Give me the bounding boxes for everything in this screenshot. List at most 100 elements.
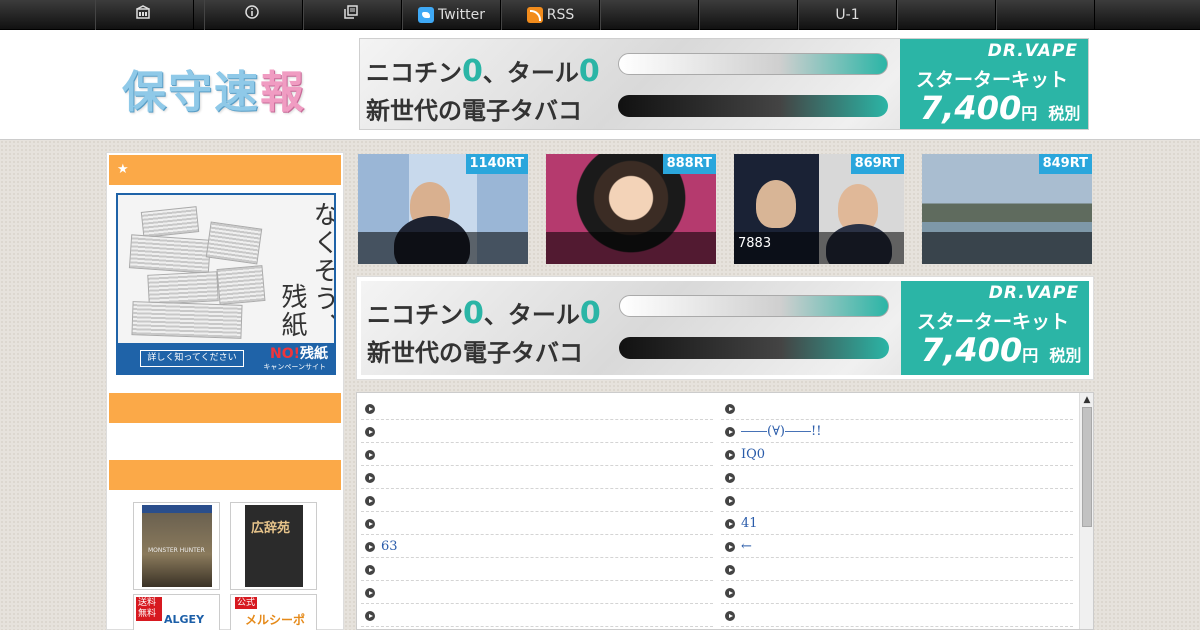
retweet-badge: 869RT [850, 154, 904, 174]
product-mercipot[interactable]: 公式 メルシーポット [230, 594, 317, 630]
article-list: 63 ――(∀)――!! IQ0 41 ← ▲ [356, 392, 1094, 630]
product-title: 広辞苑 [251, 521, 291, 536]
zanshi-slogan-2: 残紙 [277, 283, 307, 339]
play-bullet-icon [725, 565, 735, 575]
list-item-title[interactable]: ← [741, 535, 752, 558]
list-item[interactable] [361, 420, 713, 443]
list-item-title[interactable]: IQ0 [741, 443, 765, 466]
list-item[interactable] [361, 397, 713, 420]
sidebar-heading-1: ★ [109, 155, 341, 185]
product-title: MONSTER HUNTER [148, 547, 205, 554]
list-item[interactable] [361, 558, 713, 581]
nav-item-9[interactable] [897, 0, 996, 30]
list-item[interactable] [721, 604, 1073, 627]
ad-zero-2: 0 [578, 54, 600, 89]
header-ad-banner[interactable]: ニコチン0、タール0 新世代の電子タバコ DR.VAPE スターターキット 7,… [359, 38, 1089, 130]
nav-home[interactable] [95, 0, 194, 30]
list-item-title[interactable]: 41 [741, 512, 758, 535]
thumb-article-4[interactable]: 849RT [922, 154, 1092, 264]
play-bullet-icon [365, 588, 375, 598]
ad-line1: ニコチン0、タール0 [366, 53, 600, 89]
ad-pen-black [618, 95, 888, 117]
play-bullet-icon [725, 611, 735, 621]
ad-zero-1: 0 [462, 54, 483, 89]
list-item[interactable] [361, 466, 713, 489]
retweet-badge: 1140RT [465, 154, 528, 174]
product-monster-hunter[interactable]: MONSTER HUNTER [133, 502, 220, 590]
product-title: ALGEY [164, 613, 205, 626]
thumb-article-2[interactable]: 888RT [546, 154, 716, 264]
zanshi-campaign-banner[interactable]: なくそう、 残紙 詳しく知ってください NO!残紙 キャンペーンサイト [116, 193, 336, 375]
nav-twitter-label: Twitter [438, 7, 485, 23]
zanshi-no: NO! [269, 346, 300, 362]
list-item[interactable] [361, 512, 713, 535]
ad-line2: 新世代の電子タバコ [366, 97, 582, 125]
list-item[interactable] [361, 489, 713, 512]
play-bullet-icon [365, 519, 375, 529]
sidebar-heading-2 [109, 393, 341, 423]
list-item-title[interactable]: ――(∀)――!! [741, 420, 821, 443]
nav-item-10[interactable] [996, 0, 1095, 30]
list-item-title[interactable]: 63 [381, 535, 398, 558]
list-item[interactable]: ← [721, 535, 1073, 558]
nav-item-7[interactable] [699, 0, 798, 30]
list-item[interactable] [721, 397, 1073, 420]
ad-pen-white [619, 295, 889, 317]
play-bullet-icon [725, 427, 735, 437]
zanshi-no2: 残紙 [300, 346, 328, 362]
product-kojien[interactable]: 広辞苑 [230, 502, 317, 590]
scroll-thumb[interactable] [1082, 407, 1092, 527]
nav-rss[interactable]: RSS [501, 0, 600, 30]
nav-item-6[interactable] [600, 0, 699, 30]
list-item[interactable]: IQ0 [721, 443, 1073, 466]
ad-price-unit: 円 [1021, 104, 1038, 123]
ad-price-panel: DR.VAPE スターターキット 7,400円 税別 [900, 39, 1088, 129]
product-title: メルシーポット [245, 613, 306, 627]
ad-line2: 新世代の電子タバコ [367, 339, 583, 367]
zanshi-detail-button[interactable]: 詳しく知ってください [140, 350, 244, 367]
newspaper-stack [131, 301, 243, 339]
list-item[interactable]: ――(∀)――!! [721, 420, 1073, 443]
list-item[interactable] [721, 558, 1073, 581]
thumb-article-1[interactable]: 1140RT [358, 154, 528, 264]
thumb-caption [358, 232, 528, 264]
scroll-up-arrow-icon[interactable]: ▲ [1081, 394, 1093, 406]
ad-tax: 税別 [1048, 104, 1081, 123]
nav-info[interactable] [204, 0, 303, 30]
ad-price-value: 7,400 [920, 89, 1022, 127]
nav-archive[interactable] [303, 0, 402, 30]
list-item[interactable] [721, 466, 1073, 489]
list-item[interactable] [721, 581, 1073, 604]
ad-line1: ニコチン0、タール0 [367, 295, 601, 331]
list-item[interactable]: 63 [361, 535, 713, 558]
play-bullet-icon [725, 404, 735, 414]
play-bullet-icon [725, 450, 735, 460]
list-item[interactable] [361, 604, 713, 627]
twitter-icon [418, 7, 435, 23]
article-list-left-column: 63 [361, 397, 713, 627]
retweet-badge: 849RT [1038, 154, 1092, 174]
list-item[interactable] [721, 489, 1073, 512]
ad-starter: スターターキット [917, 311, 1070, 333]
nav-u1[interactable]: U-1 [798, 0, 897, 30]
nav-u1-label: U-1 [835, 7, 860, 23]
play-bullet-icon [725, 473, 735, 483]
product-algey[interactable]: 送料無料 ALGEY [133, 594, 220, 630]
list-item[interactable] [361, 581, 713, 604]
list-item[interactable] [361, 443, 713, 466]
list-scrollbar[interactable]: ▲ [1079, 393, 1093, 629]
site-logo[interactable]: 保守速報 [122, 56, 306, 120]
zanshi-site: キャンペーンサイト [263, 363, 326, 371]
play-bullet-icon [365, 404, 375, 414]
list-item[interactable]: 41 [721, 512, 1073, 535]
info-icon [244, 0, 259, 30]
product-tag: 送料無料 [136, 597, 162, 621]
content-ad-banner[interactable]: ニコチン0、タール0 新世代の電子タバコ DR.VAPE スターターキット 7,… [361, 281, 1089, 375]
thumb-article-3[interactable]: 869RT 7883 [734, 154, 904, 264]
nav-twitter[interactable]: Twitter [402, 0, 501, 30]
ad-zero-2: 0 [579, 296, 601, 331]
thumb-caption: 7883 [734, 232, 904, 264]
thumb-caption [546, 232, 716, 264]
top-nav: Twitter RSS U-1 [0, 0, 1200, 30]
play-bullet-icon [365, 427, 375, 437]
